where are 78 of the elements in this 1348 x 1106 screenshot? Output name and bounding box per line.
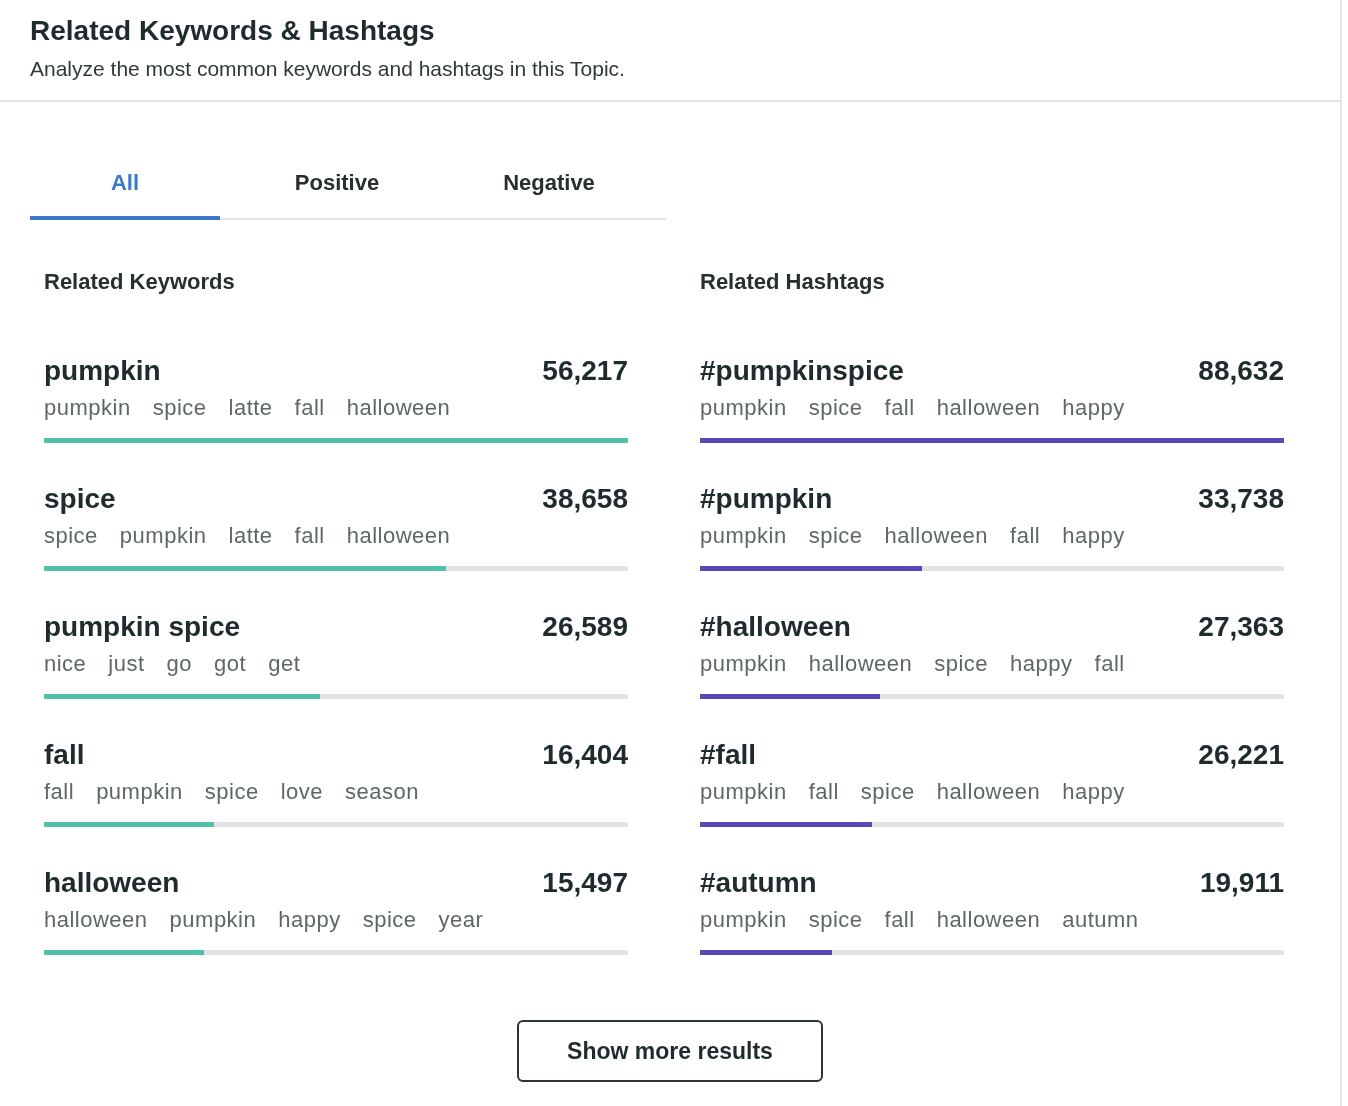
related-word: just <box>108 650 145 678</box>
related-word: halloween <box>44 906 148 934</box>
related-word: pumpkin <box>700 906 787 934</box>
related-word: spice <box>808 394 863 422</box>
related-word: fall <box>294 394 325 422</box>
related-word: spice <box>362 906 417 934</box>
related-word: halloween <box>884 522 989 550</box>
related-word: fall <box>294 522 325 550</box>
related-word: halloween <box>346 394 451 422</box>
related-word: pumpkin <box>44 394 131 422</box>
related-word: happy <box>1010 650 1073 678</box>
term-count: 16,404 <box>542 738 628 772</box>
term-name: pumpkin spice <box>44 610 241 644</box>
filter-tab[interactable]: Positive <box>242 150 432 220</box>
term-name: halloween <box>44 866 180 900</box>
related-word: autumn <box>1062 906 1139 934</box>
term-name: fall <box>44 738 85 772</box>
related-word: fall <box>44 778 75 806</box>
related-word: halloween <box>936 394 1041 422</box>
section-heading: Related Keywords <box>44 268 236 296</box>
related-word: spice <box>152 394 207 422</box>
related-word: latte <box>228 522 273 550</box>
related-word: spice <box>204 778 259 806</box>
related-word: pumpkin <box>700 394 787 422</box>
related-word: spice <box>808 906 863 934</box>
term-name: pumpkin <box>44 354 161 388</box>
related-word: happy <box>278 906 341 934</box>
panel-subtitle: Analyze the most common keywords and hashtags in this Topic. <box>30 56 626 82</box>
related-word: season <box>345 778 419 806</box>
related-word: year <box>438 906 484 934</box>
related-word: halloween <box>936 906 1041 934</box>
related-word: spice <box>808 522 863 550</box>
related-word: fall <box>884 394 915 422</box>
section-heading: Related Hashtags <box>700 268 886 296</box>
related-word: happy <box>1062 394 1125 422</box>
panel-title: Related Keywords & Hashtags <box>30 14 436 48</box>
related-word: halloween <box>346 522 451 550</box>
related-word: fall <box>1010 522 1041 550</box>
term-name: #autumn <box>700 866 817 900</box>
related-word: got <box>214 650 247 678</box>
related-word: spice <box>934 650 989 678</box>
related-word: latte <box>228 394 273 422</box>
term-count: 33,738 <box>1198 482 1284 516</box>
term-name: #pumpkinspice <box>700 354 904 388</box>
related-word: get <box>268 650 301 678</box>
related-word: happy <box>1062 778 1125 806</box>
related-word: nice <box>44 650 87 678</box>
show-more-button[interactable]: Show more results <box>517 1020 823 1082</box>
term-count: 19,911 <box>1199 866 1284 900</box>
related-word: fall <box>884 906 915 934</box>
related-word: happy <box>1062 522 1125 550</box>
related-word: pumpkin <box>700 778 787 806</box>
filter-tab[interactable]: Negative <box>454 150 644 220</box>
term-count: 38,658 <box>542 482 628 516</box>
filter-tab[interactable]: All <box>30 150 220 220</box>
term-count: 26,221 <box>1198 738 1284 772</box>
related-word: spice <box>860 778 915 806</box>
term-count: 27,363 <box>1198 610 1284 644</box>
term-name: #pumpkin <box>700 482 833 516</box>
related-word: spice <box>44 522 98 550</box>
related-word: halloween <box>808 650 913 678</box>
related-word: fall <box>1094 650 1125 678</box>
related-word: pumpkin <box>700 522 787 550</box>
related-word: pumpkin <box>96 778 183 806</box>
term-count: 56,217 <box>542 354 628 388</box>
related-word: pumpkin <box>700 650 787 678</box>
term-name: #halloween <box>700 610 851 644</box>
term-count: 15,497 <box>542 866 628 900</box>
related-word: fall <box>808 778 839 806</box>
related-word: pumpkin <box>119 522 207 550</box>
term-count: 26,589 <box>542 610 628 644</box>
related-word: pumpkin <box>169 906 257 934</box>
related-word: go <box>166 650 193 678</box>
term-count: 88,632 <box>1198 354 1284 388</box>
related-word: love <box>280 778 323 806</box>
term-name: #fall <box>700 738 757 772</box>
term-name: spice <box>44 482 116 516</box>
related-word: halloween <box>936 778 1041 806</box>
